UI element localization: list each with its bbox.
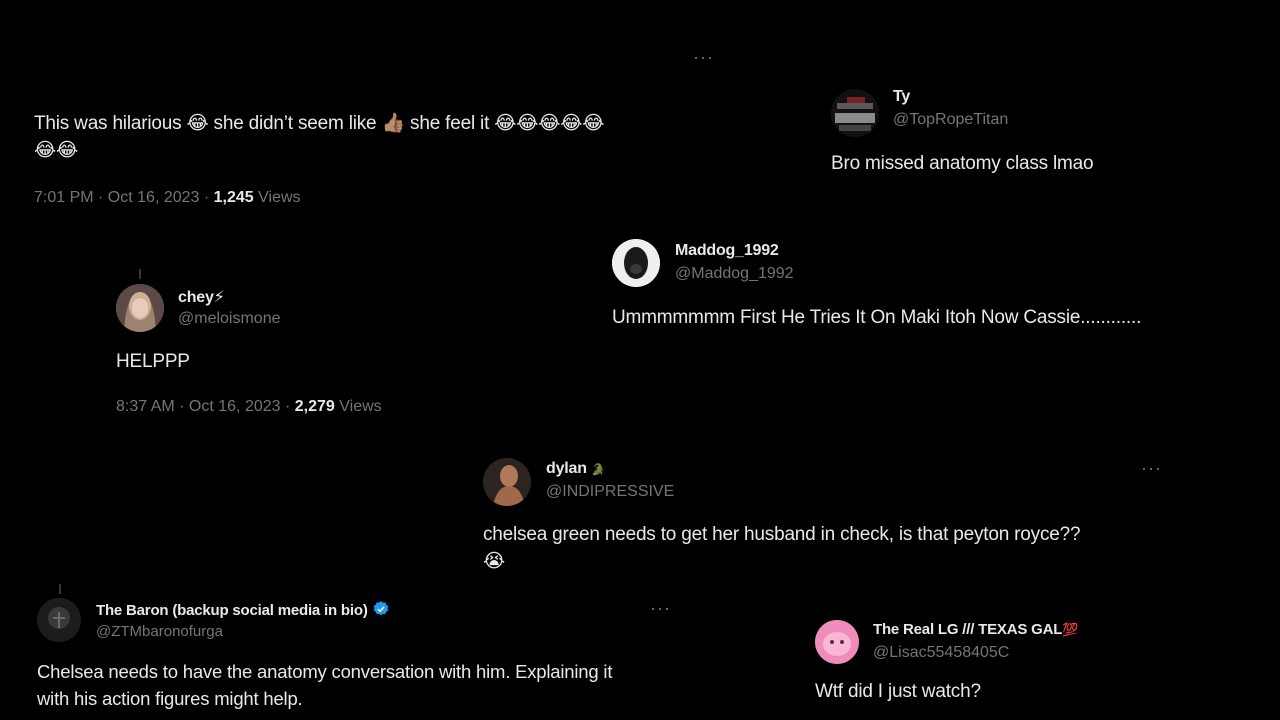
more-options-icon[interactable]: ··· <box>1141 459 1162 477</box>
tweet-meta: 8:37 AM · Oct 16, 2023 · 2,279 Views <box>116 398 382 416</box>
tweet-text: Bro missed anatomy class lmao <box>831 153 1094 174</box>
tweet-text-line1: chelsea green needs to get her husband i… <box>483 524 1081 545</box>
tweet-text: Chelsea needs to have the anatomy conver… <box>37 658 697 712</box>
avatar[interactable] <box>116 284 164 332</box>
avatar-image-icon <box>37 598 81 642</box>
tweet-text-line1: This was hilarious 😂 she didn’t seem lik… <box>34 113 605 134</box>
tweet-text: This was hilarious 😂 she didn’t seem lik… <box>34 110 714 164</box>
user-handle[interactable]: @ZTMbaronofurga <box>96 623 223 640</box>
avatar-image-icon <box>116 284 164 332</box>
user-handle[interactable]: @Lisac55458405C <box>873 644 1009 662</box>
screenshot-collage: ··· This was hilarious 😂 she didn’t seem… <box>0 0 1280 720</box>
user-name[interactable]: dylan 🐊 <box>546 460 605 478</box>
user-name-text: The Baron (backup social media in bio) <box>96 602 368 619</box>
avatar[interactable] <box>815 620 859 664</box>
avatar-image-icon <box>831 89 879 137</box>
user-name[interactable]: chey⚡ <box>178 287 225 307</box>
tweet-text-line2: 😂😂 <box>34 139 79 161</box>
tweet-timestamp[interactable]: 7:01 PM · Oct 16, 2023 · <box>34 189 214 206</box>
thread-line <box>139 269 141 279</box>
thread-line <box>59 584 61 594</box>
tweet-text-line1: Chelsea needs to have the anatomy conver… <box>37 661 613 682</box>
views-label: Views <box>253 189 301 206</box>
user-handle[interactable]: @INDIPRESSIVE <box>546 483 674 501</box>
tweet-text-line2: with his action figures might help. <box>37 688 303 709</box>
more-options-icon[interactable]: ··· <box>693 48 714 66</box>
verified-badge-icon <box>373 601 388 616</box>
user-name-text: dylan <box>546 460 587 477</box>
avatar[interactable] <box>831 89 879 137</box>
avatar-image-icon <box>815 620 859 664</box>
hundred-points-emoji-icon: 💯 <box>1062 622 1079 637</box>
user-name[interactable]: Maddog_1992 <box>675 242 779 260</box>
tweet-text: Ummmmmmm First He Tries It On Maki Itoh … <box>612 307 1142 328</box>
user-handle[interactable]: @Maddog_1992 <box>675 265 794 283</box>
tweet-text-line2: 😭 <box>483 550 506 572</box>
avatar-image-icon <box>483 458 531 506</box>
more-options-icon[interactable]: ··· <box>650 599 671 617</box>
avatar[interactable] <box>37 598 81 642</box>
tweet-text: chelsea green needs to get her husband i… <box>483 521 1183 575</box>
user-name-text: The Real LG /// TEXAS GAL <box>873 621 1063 638</box>
user-handle[interactable]: @TopRopeTitan <box>893 111 1008 129</box>
avatar[interactable] <box>612 239 660 287</box>
tweet-text: Wtf did I just watch? <box>815 681 981 702</box>
tweet-text: HELPPP <box>116 351 190 372</box>
avatar[interactable] <box>483 458 531 506</box>
views-label: Views <box>334 398 382 415</box>
tweet-timestamp[interactable]: 8:37 AM · Oct 16, 2023 · <box>116 398 295 415</box>
tweet-meta: 7:01 PM · Oct 16, 2023 · 1,245 Views <box>34 189 301 207</box>
views-count: 2,279 <box>294 398 335 415</box>
crocodile-emoji-icon: 🐊 <box>591 464 605 476</box>
user-name[interactable]: Ty <box>893 88 910 106</box>
user-name[interactable]: The Baron (backup social media in bio) <box>96 600 390 619</box>
user-name[interactable]: The Real LG /// TEXAS GAL💯 <box>873 621 1078 638</box>
avatar-image-icon <box>612 239 660 287</box>
views-count: 1,245 <box>213 189 254 206</box>
user-handle[interactable]: @meloismone <box>178 310 281 328</box>
